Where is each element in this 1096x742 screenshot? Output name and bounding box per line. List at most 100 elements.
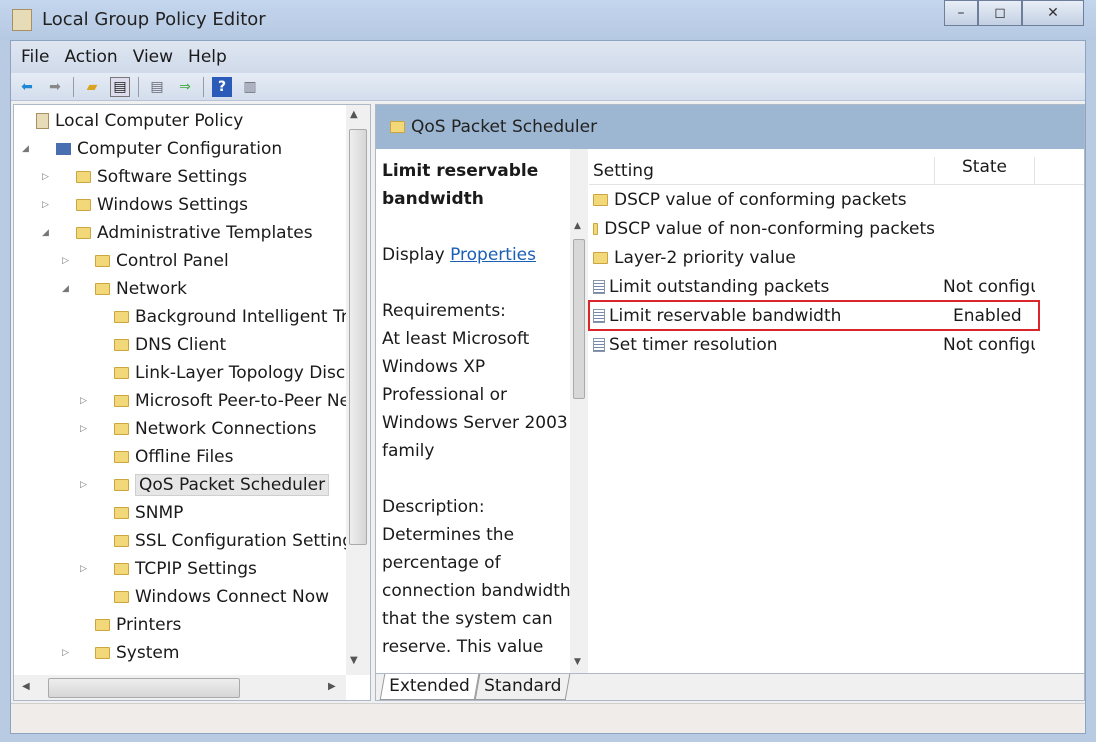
tree-item-label: Microsoft Peer-to-Peer Networking Servic… [135,391,370,411]
tab-extended[interactable]: Extended [379,674,480,700]
expand-arrow-icon[interactable]: ◢ [42,228,49,238]
expand-arrow-icon[interactable]: ▷ [42,172,49,182]
properties-link[interactable]: Properties [450,245,536,265]
up-folder-icon[interactable]: ▰ [82,77,102,97]
expand-arrow-icon[interactable]: ▷ [80,396,87,406]
tree-item[interactable]: ◢ Computer Configuration [22,135,282,163]
tree-item[interactable]: ▷ Windows Settings [42,191,249,219]
menu-file[interactable]: File [21,47,49,67]
tree-item[interactable]: ▷ QoS Packet Scheduler [80,471,330,499]
column-setting[interactable]: Setting [589,157,935,184]
setting-name: Limit reservable bandwidth [609,305,842,326]
setting-cell: DSCP value of non-conforming packets [589,219,935,239]
tree-item[interactable]: ▷ TCPIP Settings [80,555,257,583]
tab-extended-label: Extended [389,676,470,696]
list-row[interactable]: Limit outstanding packets Not configured [589,272,1084,301]
tree-item-label: Printers [116,615,182,635]
tree-item[interactable]: ◢ Administrative Templates [42,219,313,247]
tree-item[interactable]: ▷ System [62,639,180,667]
tree-horizontal-scrollbar[interactable]: ◀ ▶ [14,675,346,700]
view-tabs: Extended Standard [376,673,1084,700]
menu-action[interactable]: Action [64,47,117,67]
tree-item[interactable]: ◢ Network [62,275,187,303]
folder-icon [76,227,91,239]
minimize-button[interactable]: – [944,0,978,26]
tree-item[interactable]: Background Intelligent Transfer Service … [114,303,370,331]
expand-arrow-icon[interactable]: ▷ [42,200,49,210]
export-list-icon[interactable]: ⇒ [175,77,195,97]
tree-item[interactable]: Offline Files [114,443,233,471]
folder-icon [114,563,129,575]
tab-standard-label: Standard [483,676,562,696]
list-row[interactable]: Set timer resolution Not configured [589,330,1084,359]
list-header: Setting State [589,157,1084,185]
tree-item[interactable]: SSL Configuration Settings [114,527,362,555]
pane-header-title: QoS Packet Scheduler [411,117,598,137]
state-cell: Not configured [943,334,1035,355]
tree-item-label: System [116,643,180,663]
list-row[interactable]: DSCP value of non-conforming packets [589,214,1084,243]
menu-help[interactable]: Help [188,47,227,67]
maximize-button[interactable]: ◻ [978,0,1022,26]
tree-item-label: SNMP [135,503,184,523]
menu-view[interactable]: View [133,47,173,67]
settings-list: Setting State DSCP value of conforming p… [588,157,1084,359]
tree-hscroll-thumb[interactable] [48,678,240,698]
tree-item-label: Windows Settings [97,195,249,215]
description-text: Determines the percentage of connection … [382,525,571,657]
list-row[interactable]: Limit reservable bandwidth Enabled [588,300,1040,331]
setting-name: Layer-2 priority value [614,247,796,268]
expand-arrow-icon[interactable]: ▷ [80,480,87,490]
tree-item-label: DNS Client [135,335,227,355]
tree-item[interactable]: Link-Layer Topology Discovery [114,359,370,387]
expand-arrow-icon[interactable]: ▷ [80,424,87,434]
folder-icon [114,395,129,407]
console-tree: Local Computer Policy ◢ Computer Configura… [13,104,371,701]
setting-cell: Set timer resolution [589,335,935,355]
tree-item-label: Local Computer Policy [55,111,244,131]
list-row[interactable]: DSCP value of conforming packets [589,185,1084,214]
back-icon[interactable]: ⬅ [17,77,37,97]
folder-icon [114,367,129,379]
tree-item[interactable]: ▷ Network Connections [80,415,316,443]
folder-icon [95,619,110,631]
description-scroll-thumb[interactable] [573,239,585,399]
show-hide-tree-icon[interactable]: ▤ [110,76,130,97]
tree-item[interactable]: Local Computer Policy [36,107,243,135]
toolbar-separator [203,76,204,97]
tree-item-label: QoS Packet Scheduler [135,474,330,496]
tree-item[interactable]: ▷ Control Panel [62,247,229,275]
expand-arrow-icon[interactable]: ▷ [80,564,87,574]
setting-cell: Limit outstanding packets [589,277,935,297]
tree-vertical-scrollbar[interactable]: ▲ ▼ [346,105,370,675]
toolbar-separator [73,76,74,97]
expand-arrow-icon[interactable]: ◢ [62,284,69,294]
setting-cell: Layer-2 priority value [589,248,935,268]
tree-item[interactable]: ▷ Software Settings [42,163,247,191]
tree-item[interactable]: DNS Client [114,331,226,359]
tree-item-label: Network [116,279,187,299]
folder-icon [593,193,608,206]
setting-cell: Limit reservable bandwidth [589,306,935,326]
requirements-label: Requirements: [382,301,506,321]
tab-standard[interactable]: Standard [474,674,571,700]
tree-item[interactable]: Printers [95,611,181,639]
tree-item[interactable]: ▷ Microsoft Peer-to-Peer Networking Servi… [80,387,370,415]
folder-icon [114,311,129,323]
tree-item[interactable]: SNMP [114,499,183,527]
close-button[interactable]: ✕ [1022,0,1084,26]
toolbar: ⬅ ➡ ▰ ▤ ▤ ⇒ ? ▥ [11,73,1085,101]
policy-setting-icon [593,279,605,294]
expand-arrow-icon[interactable]: ▷ [62,648,69,658]
help-icon[interactable]: ? [212,76,232,97]
tree-vscroll-thumb[interactable] [349,129,367,545]
forward-icon[interactable]: ➡ [45,77,65,97]
list-row[interactable]: Layer-2 priority value [589,243,1084,272]
show-action-pane-icon[interactable]: ▥ [240,77,260,97]
expand-arrow-icon[interactable]: ◢ [22,144,29,154]
properties-icon[interactable]: ▤ [147,77,167,97]
column-state[interactable]: State [935,157,1035,184]
description-scrollbar[interactable]: ▲ ▼ [570,149,588,673]
expand-arrow-icon[interactable]: ▷ [62,256,69,266]
tree-item[interactable]: Windows Connect Now [114,583,329,611]
